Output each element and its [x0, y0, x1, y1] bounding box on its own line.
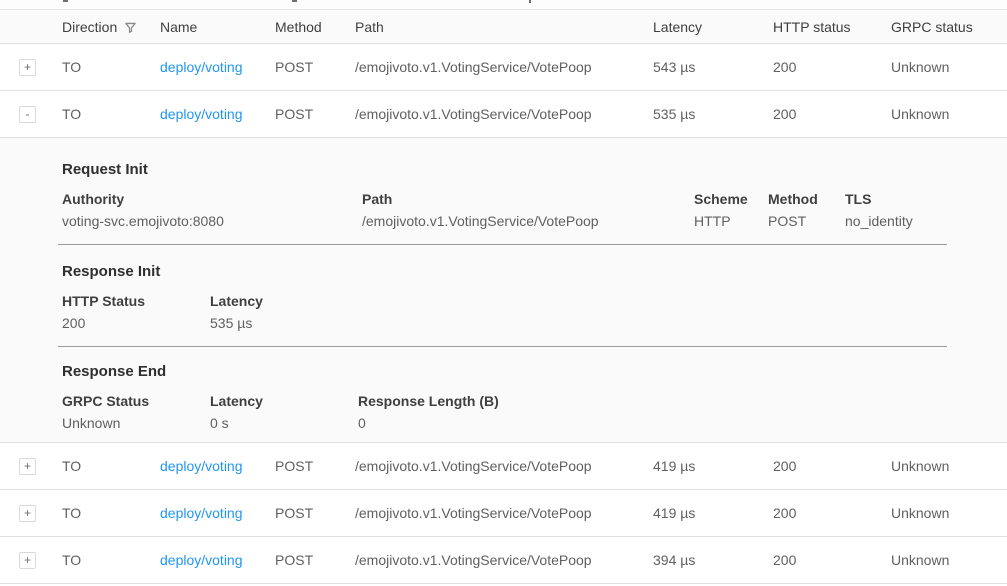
- field-value: 0 s: [210, 415, 358, 431]
- name-link[interactable]: deploy/voting: [160, 505, 243, 521]
- field-label: Authority: [62, 191, 362, 207]
- column-header-name: Name: [160, 19, 275, 35]
- field-label: Path: [362, 191, 694, 207]
- field-scheme: Scheme HTTP: [694, 191, 768, 229]
- field-value: /emojivoto.v1.VotingService/VotePoop: [362, 213, 694, 229]
- path-cell: /emojivoto.v1.VotingService/VotePoop: [355, 505, 653, 521]
- expand-row-button[interactable]: +: [19, 458, 36, 475]
- field-value: Unknown: [62, 415, 210, 431]
- field-label: Response Length (B): [358, 393, 945, 409]
- field-label: TLS: [845, 191, 945, 207]
- clipped-text-fragment: [63, 0, 68, 2]
- field-method: Method POST: [768, 191, 845, 229]
- filter-icon[interactable]: [124, 21, 137, 34]
- direction-cell: TO: [62, 505, 160, 521]
- response-init-section-title: Response Init: [62, 245, 945, 280]
- field-label: GRPC Status: [62, 393, 210, 409]
- field-label: HTTP Status: [62, 293, 210, 309]
- table-row: + TO deploy/voting POST /emojivoto.v1.Vo…: [0, 44, 1007, 91]
- field-authority: Authority voting-svc.emojivoto:8080: [62, 191, 362, 229]
- direction-cell: TO: [62, 458, 160, 474]
- field-value: 200: [62, 315, 210, 331]
- field-value: voting-svc.emojivoto:8080: [62, 213, 362, 229]
- clipped-text-fragment: [292, 0, 297, 2]
- response-init-fields: HTTP Status 200 Latency 535 µs: [62, 293, 945, 331]
- request-init-fields: Authority voting-svc.emojivoto:8080 Path…: [62, 191, 945, 229]
- response-end-fields: GRPC Status Unknown Latency 0 s Response…: [62, 393, 945, 431]
- field-latency: Latency 535 µs: [210, 293, 945, 331]
- http-status-cell: 200: [773, 552, 891, 568]
- field-value: 535 µs: [210, 315, 945, 331]
- expand-row-button[interactable]: +: [19, 552, 36, 569]
- collapse-row-button[interactable]: -: [19, 106, 36, 123]
- method-cell: POST: [275, 106, 355, 122]
- method-cell: POST: [275, 59, 355, 75]
- path-cell: /emojivoto.v1.VotingService/VotePoop: [355, 458, 653, 474]
- direction-cell: TO: [62, 106, 160, 122]
- grpc-status-cell: Unknown: [891, 505, 1007, 521]
- request-init-section-title: Request Init: [62, 138, 945, 178]
- direction-header-label: Direction: [62, 19, 117, 35]
- table-row: + TO deploy/voting POST /emojivoto.v1.Vo…: [0, 443, 1007, 490]
- column-header-method: Method: [275, 19, 355, 35]
- method-cell: POST: [275, 552, 355, 568]
- field-value: POST: [768, 213, 845, 229]
- column-header-latency: Latency: [653, 19, 773, 35]
- field-label: Latency: [210, 393, 358, 409]
- column-header-grpc-status: GRPC status: [891, 19, 1007, 35]
- name-link[interactable]: deploy/voting: [160, 59, 243, 75]
- field-tls: TLS no_identity: [845, 191, 945, 229]
- grpc-status-cell: Unknown: [891, 458, 1007, 474]
- grpc-status-cell: Unknown: [891, 106, 1007, 122]
- http-status-cell: 200: [773, 106, 891, 122]
- http-status-cell: 200: [773, 505, 891, 521]
- name-link[interactable]: deploy/voting: [160, 458, 243, 474]
- field-http-status: HTTP Status 200: [62, 293, 210, 331]
- table-header-row: Direction Name Method Path Latency HTTP …: [0, 10, 1007, 44]
- response-end-section-title: Response End: [62, 347, 945, 380]
- field-value: 0: [358, 415, 945, 431]
- direction-cell: TO: [62, 552, 160, 568]
- table-row: + TO deploy/voting POST /emojivoto.v1.Vo…: [0, 490, 1007, 537]
- clipped-content-above-table: [0, 0, 1007, 9]
- column-header-http-status: HTTP status: [773, 19, 891, 35]
- expand-row-button[interactable]: +: [19, 59, 36, 76]
- direction-cell: TO: [62, 59, 160, 75]
- field-latency: Latency 0 s: [210, 393, 358, 431]
- latency-cell: 394 µs: [653, 552, 773, 568]
- path-cell: /emojivoto.v1.VotingService/VotePoop: [355, 106, 653, 122]
- latency-cell: 543 µs: [653, 59, 773, 75]
- field-label: Latency: [210, 293, 945, 309]
- column-header-direction: Direction: [62, 19, 160, 35]
- table-row: + TO deploy/voting POST /emojivoto.v1.Vo…: [0, 537, 1007, 584]
- path-cell: /emojivoto.v1.VotingService/VotePoop: [355, 59, 653, 75]
- field-value: no_identity: [845, 213, 945, 229]
- http-status-cell: 200: [773, 59, 891, 75]
- name-link[interactable]: deploy/voting: [160, 106, 243, 122]
- field-grpc-status: GRPC Status Unknown: [62, 393, 210, 431]
- latency-cell: 419 µs: [653, 505, 773, 521]
- clipped-text-fragment: [529, 0, 531, 3]
- column-header-path: Path: [355, 19, 653, 35]
- method-cell: POST: [275, 458, 355, 474]
- latency-cell: 535 µs: [653, 106, 773, 122]
- field-label: Method: [768, 191, 845, 207]
- field-label: Scheme: [694, 191, 768, 207]
- field-path: Path /emojivoto.v1.VotingService/VotePoo…: [362, 191, 694, 229]
- grpc-status-cell: Unknown: [891, 552, 1007, 568]
- tap-results-table: Direction Name Method Path Latency HTTP …: [0, 9, 1007, 584]
- http-status-cell: 200: [773, 458, 891, 474]
- table-row-expanded: - TO deploy/voting POST /emojivoto.v1.Vo…: [0, 91, 1007, 138]
- name-link[interactable]: deploy/voting: [160, 552, 243, 568]
- expand-row-button[interactable]: +: [19, 505, 36, 522]
- row-detail-panel: Request Init Authority voting-svc.emojiv…: [0, 138, 1007, 443]
- latency-cell: 419 µs: [653, 458, 773, 474]
- method-cell: POST: [275, 505, 355, 521]
- field-value: HTTP: [694, 213, 768, 229]
- field-response-length: Response Length (B) 0: [358, 393, 945, 431]
- path-cell: /emojivoto.v1.VotingService/VotePoop: [355, 552, 653, 568]
- grpc-status-cell: Unknown: [891, 59, 1007, 75]
